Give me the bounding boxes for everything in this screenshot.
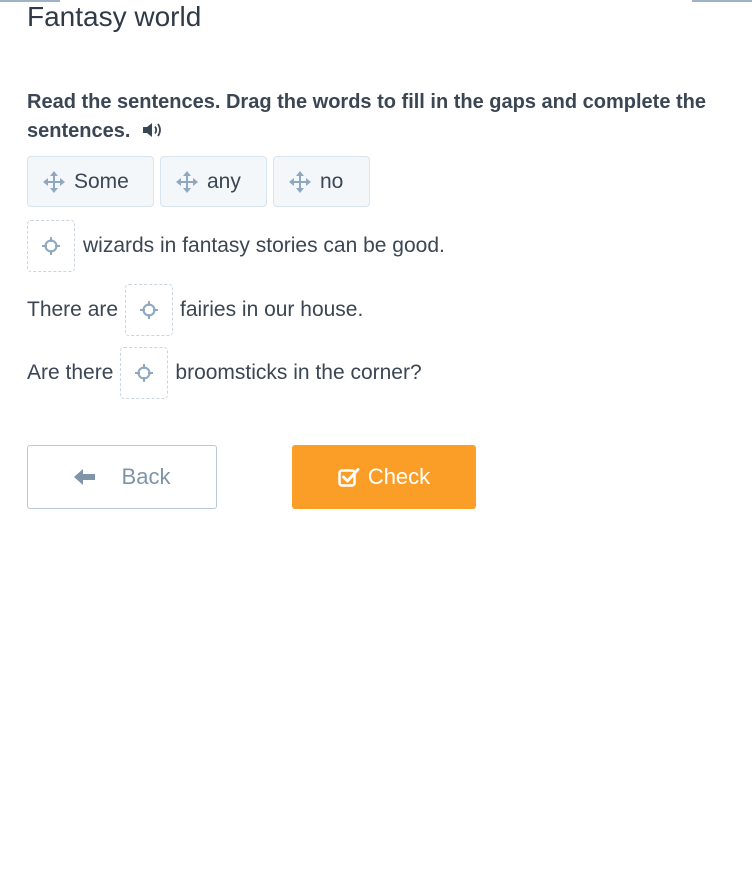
crosshair-icon <box>140 301 159 319</box>
word-chip-some[interactable]: Some <box>27 156 154 207</box>
drop-gap-1[interactable] <box>27 220 75 272</box>
crosshair-icon <box>42 237 60 255</box>
sentence-text-before: Are there <box>27 361 114 384</box>
back-button-label: Back <box>121 464 171 489</box>
check-button-label: Check <box>367 464 431 489</box>
sentence-1: wizards in fantasy stories can be good. <box>27 220 445 272</box>
arrow-left-icon <box>73 469 95 485</box>
word-chip-label: any <box>207 169 241 193</box>
top-rule-right <box>692 0 752 2</box>
word-chip-label: Some <box>74 169 129 193</box>
word-chip-label: no <box>320 169 344 193</box>
drop-gap-3[interactable] <box>120 347 169 399</box>
move-icon <box>176 170 198 193</box>
drop-gap-2[interactable] <box>125 284 174 336</box>
word-chip-no[interactable]: no <box>273 156 370 207</box>
speaker-icon[interactable] <box>142 120 166 140</box>
crosshair-icon <box>135 364 154 382</box>
checkbox-check-icon <box>338 468 360 487</box>
sentence-text-after: fairies in our house. <box>180 298 364 321</box>
move-icon <box>43 170 65 193</box>
word-chip-any[interactable]: any <box>160 156 267 207</box>
page-title: Fantasy world <box>27 1 202 32</box>
instruction-text: Read the sentences. Drag the words to fi… <box>27 88 747 146</box>
sentence-3: Are there broomsticks in the corner? <box>27 347 422 399</box>
sentence-text-after: broomsticks in the corner? <box>175 361 422 384</box>
back-button[interactable]: Back <box>27 445 217 509</box>
sentence-text-before: There are <box>27 298 119 321</box>
sentence-text-after: wizards in fantasy stories can be good. <box>83 234 445 257</box>
check-button[interactable]: Check <box>292 445 476 509</box>
move-icon <box>289 170 311 193</box>
sentence-2: There are fairies in our house. <box>27 284 363 336</box>
instruction-label: Read the sentences. Drag the words to fi… <box>27 91 707 142</box>
